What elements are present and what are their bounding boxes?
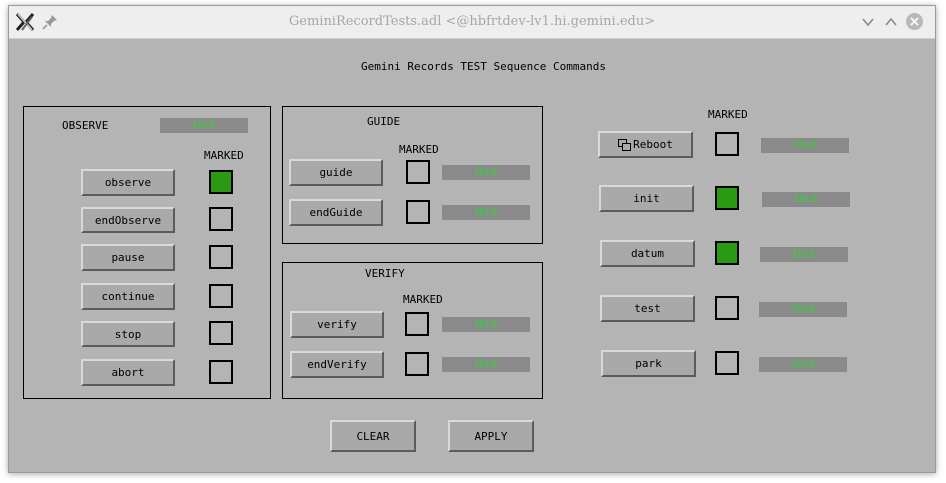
observe-title: OBSERVE xyxy=(62,119,109,132)
guide-title: GUIDE xyxy=(367,115,401,128)
abort-button[interactable]: abort xyxy=(81,359,175,386)
test-button[interactable]: test xyxy=(600,295,695,322)
datum-status: IDLE xyxy=(760,247,848,262)
verify-marked-label: MARKED xyxy=(403,293,443,306)
test-marked-box[interactable] xyxy=(715,296,739,320)
page-title: Gemini Records TEST Sequence Commands xyxy=(361,60,607,73)
endguide-button[interactable]: endGuide xyxy=(289,199,383,226)
endverify-button[interactable]: endVerify xyxy=(290,351,384,378)
system-marked-label: MARKED xyxy=(708,108,748,121)
reboot-label: Reboot xyxy=(633,138,673,151)
minimize-chevron-icon[interactable] xyxy=(860,14,876,30)
verify-marked-box[interactable] xyxy=(405,312,429,336)
observe-status: IDLE xyxy=(160,118,248,133)
reboot-button[interactable]: Reboot xyxy=(598,131,693,158)
endobserve-marked-box[interactable] xyxy=(209,207,233,231)
stop-button[interactable]: stop xyxy=(81,321,175,347)
close-icon[interactable] xyxy=(906,13,923,30)
verify-status: IDLE xyxy=(442,317,530,332)
reboot-marked-box[interactable] xyxy=(715,132,739,156)
observe-panel: OBSERVE IDLE MARKED observe endObserve p… xyxy=(23,106,271,399)
guide-marked-box[interactable] xyxy=(406,160,430,184)
pause-marked-box[interactable] xyxy=(209,245,233,269)
observe-marked-box[interactable] xyxy=(209,170,233,194)
continue-button[interactable]: continue xyxy=(81,283,175,310)
init-button[interactable]: init xyxy=(599,185,694,212)
guide-status: IDLE xyxy=(442,165,530,180)
guide-panel: GUIDE MARKED guide IDLE endGuide IDLE xyxy=(282,106,543,244)
verify-button[interactable]: verify xyxy=(290,311,384,338)
maximize-chevron-icon[interactable] xyxy=(883,14,899,30)
endguide-status: IDLE xyxy=(442,205,530,220)
windows-icon xyxy=(618,138,632,151)
park-marked-box[interactable] xyxy=(715,351,739,375)
continue-marked-box[interactable] xyxy=(209,284,233,308)
reboot-status: IDLE xyxy=(761,138,849,153)
datum-button[interactable]: datum xyxy=(600,240,695,267)
endobserve-button[interactable]: endObserve xyxy=(81,207,175,233)
clear-button[interactable]: CLEAR xyxy=(330,420,416,452)
window-title: GeminiRecordTests.adl <@hbfrtdev-lv1.hi.… xyxy=(288,14,656,29)
endverify-marked-box[interactable] xyxy=(405,352,429,376)
init-marked-box[interactable] xyxy=(715,186,739,210)
title-bar: GeminiRecordTests.adl <@hbfrtdev-lv1.hi.… xyxy=(9,6,935,39)
park-status: IDLE xyxy=(759,357,847,372)
endverify-status: IDLE xyxy=(442,357,530,372)
park-button[interactable]: park xyxy=(601,350,696,377)
apply-button[interactable]: APPLY xyxy=(448,420,534,452)
abort-marked-box[interactable] xyxy=(209,360,233,384)
guide-button[interactable]: guide xyxy=(289,159,383,186)
stop-marked-box[interactable] xyxy=(209,321,233,345)
verify-title: VERIFY xyxy=(365,267,405,280)
verify-panel: VERIFY MARKED verify IDLE endVerify IDLE xyxy=(282,262,543,399)
datum-marked-box[interactable] xyxy=(715,241,739,265)
content-area: Gemini Records TEST Sequence Commands OB… xyxy=(9,39,935,472)
pause-button[interactable]: pause xyxy=(81,244,175,271)
observe-button[interactable]: observe xyxy=(81,169,175,196)
guide-marked-label: MARKED xyxy=(399,143,439,156)
app-window: GeminiRecordTests.adl <@hbfrtdev-lv1.hi.… xyxy=(8,5,936,473)
init-status: IDLE xyxy=(762,192,850,207)
observe-marked-label: MARKED xyxy=(204,149,244,162)
test-status: IDLE xyxy=(759,302,847,317)
endguide-marked-box[interactable] xyxy=(406,200,430,224)
